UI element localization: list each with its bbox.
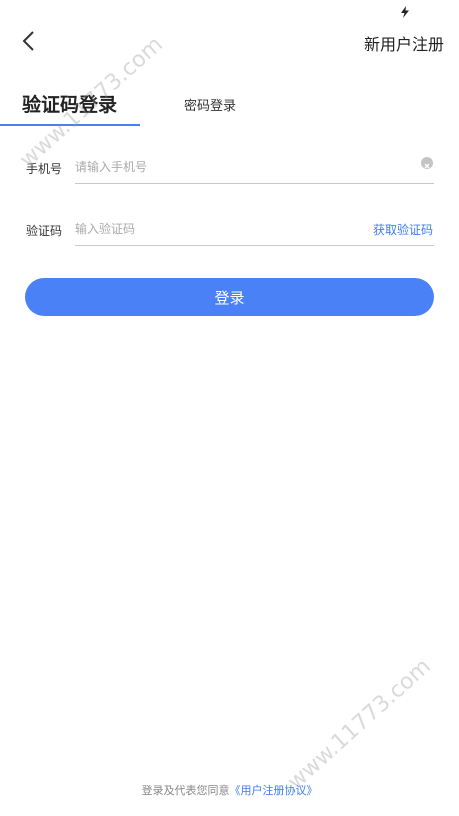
clear-circle-icon [424,163,430,169]
clear-phone-button[interactable] [421,157,433,169]
agreement-prefix: 登录及代表您同意 [141,784,230,797]
user-agreement-link[interactable]: 《用户注册协议》 [230,784,318,797]
back-button[interactable] [18,28,42,54]
verification-code-input[interactable] [75,219,355,239]
new-user-register-link[interactable]: 新用户注册 [364,31,444,55]
tab-password-login[interactable]: 密码登录 [184,95,236,114]
lightning-icon [401,6,409,18]
login-tabs: 验证码登录 密码登录 [0,86,459,128]
phone-label: 手机号 [26,162,63,176]
chevron-left-icon [22,31,34,51]
agreement-notice: 登录及代表您同意《用户注册协议》 [0,782,459,798]
phone-underline [75,183,434,184]
code-underline [75,245,434,246]
phone-input[interactable] [75,157,375,177]
login-button[interactable]: 登录 [25,278,434,316]
active-tab-indicator [0,124,140,126]
watermark: www.11773.com [283,654,436,795]
code-label: 验证码 [26,224,63,238]
tab-sms-login[interactable]: 验证码登录 [22,90,117,117]
get-code-button[interactable]: 获取验证码 [373,221,433,238]
